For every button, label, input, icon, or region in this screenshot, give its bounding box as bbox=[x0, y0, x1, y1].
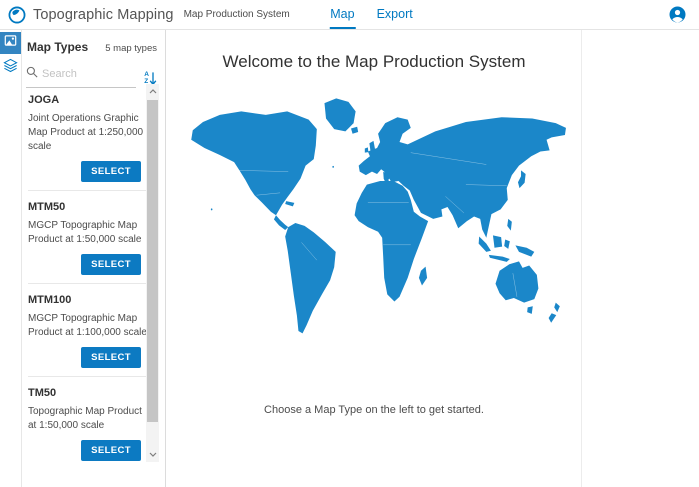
map-type-count: 5 map types bbox=[105, 43, 157, 54]
tab-map[interactable]: Map bbox=[329, 0, 355, 29]
map-type-description: MGCP Topographic Map Product at 1:100,00… bbox=[28, 312, 149, 340]
map-type-description: MGCP Topographic Map Product at 1:50,000… bbox=[28, 219, 149, 247]
map-types-panel: Map Types 5 map types AZ JOGA Joint Oper… bbox=[22, 30, 166, 487]
map-type-description: Joint Operations Graphic Map Product at … bbox=[28, 112, 149, 154]
map-type-name: TM50 bbox=[28, 383, 149, 399]
map-type-select-button[interactable]: SELECT bbox=[81, 347, 141, 368]
map-type-list: JOGA Joint Operations Graphic Map Produc… bbox=[22, 84, 165, 462]
map-type-item: MTM100 MGCP Topographic Map Product at 1… bbox=[28, 284, 149, 377]
layers-icon bbox=[3, 58, 18, 78]
app-logo-icon bbox=[8, 6, 26, 24]
panel-title: Map Types bbox=[27, 40, 88, 54]
widget-toolbar bbox=[0, 30, 22, 487]
scrollbar-thumb[interactable] bbox=[147, 100, 158, 422]
welcome-title: Welcome to the Map Production System bbox=[167, 52, 581, 72]
helper-text: Choose a Map Type on the left to get sta… bbox=[167, 404, 581, 416]
map-type-item: TM50 Topographic Map Product at 1:50,000… bbox=[28, 377, 149, 462]
scroll-down-icon[interactable] bbox=[146, 448, 159, 461]
map-type-item: JOGA Joint Operations Graphic Map Produc… bbox=[28, 84, 149, 191]
map-type-name: JOGA bbox=[28, 90, 149, 106]
user-avatar-icon[interactable] bbox=[669, 6, 686, 23]
panel-header: Map Types 5 map types bbox=[22, 30, 165, 54]
tab-export[interactable]: Export bbox=[376, 0, 414, 29]
search-input[interactable] bbox=[42, 68, 112, 80]
app-subtitle: Map Production System bbox=[184, 9, 290, 20]
map-type-item: MTM50 MGCP Topographic Map Product at 1:… bbox=[28, 191, 149, 284]
app-header: Topographic Mapping Map Production Syste… bbox=[0, 0, 699, 30]
nav-tabs: Map Export bbox=[329, 0, 413, 29]
welcome-panel: Welcome to the Map Production System bbox=[167, 30, 582, 487]
world-map-image bbox=[180, 96, 568, 344]
map-type-select-button[interactable]: SELECT bbox=[81, 161, 141, 182]
map-type-name: MTM100 bbox=[28, 290, 149, 306]
map-type-name: MTM50 bbox=[28, 197, 149, 213]
map-product-icon bbox=[4, 34, 17, 52]
map-types-tool-button[interactable] bbox=[0, 32, 21, 54]
app-title: Topographic Mapping bbox=[33, 7, 174, 23]
scroll-up-icon[interactable] bbox=[146, 85, 159, 98]
map-type-select-button[interactable]: SELECT bbox=[81, 254, 141, 275]
map-type-description: Topographic Map Product at 1:50,000 scal… bbox=[28, 405, 149, 433]
layers-tool-button[interactable] bbox=[0, 57, 21, 79]
sidebar-scrollbar bbox=[146, 84, 159, 462]
search-icon bbox=[26, 65, 38, 83]
map-type-select-button[interactable]: SELECT bbox=[81, 440, 141, 461]
